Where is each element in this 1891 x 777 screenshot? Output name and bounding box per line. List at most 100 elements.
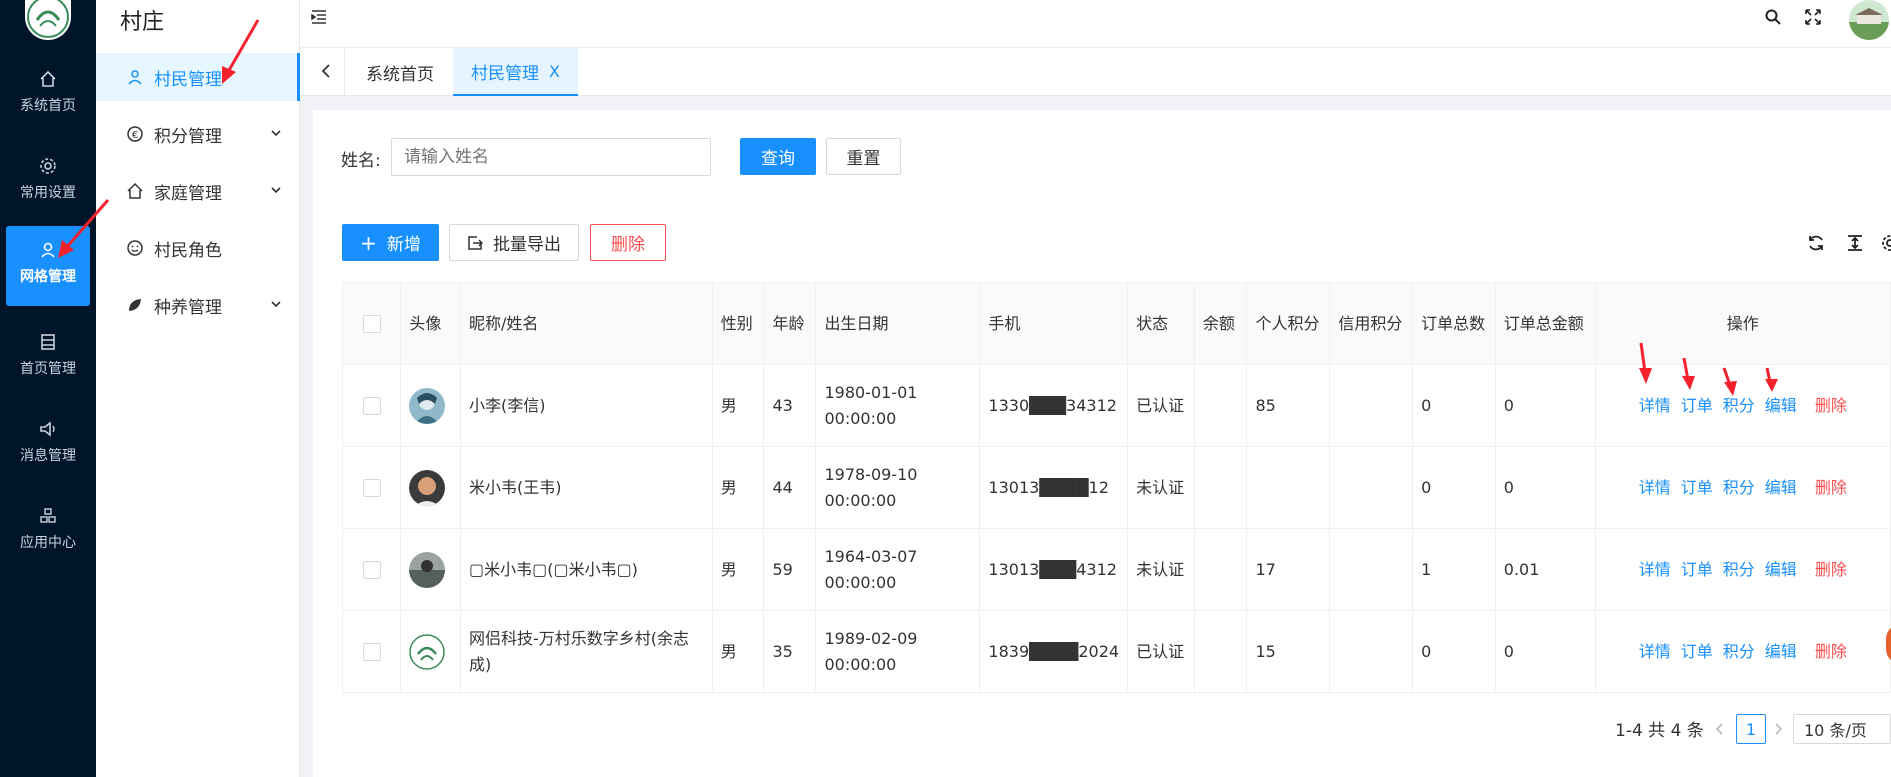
birth-time: 00:00:00 [824, 490, 897, 510]
table-row[interactable]: 网侣科技-万村乐数字乡村(余志成) 男 35 1989-02-09 00:00:00 18… [341, 610, 1891, 693]
submenu-item-farming[interactable]: 种养管理 [96, 281, 300, 329]
column-header: 手机 [979, 282, 1129, 365]
column-height-icon[interactable] [1845, 233, 1865, 253]
refresh-icon[interactable] [1806, 233, 1826, 253]
gear-icon[interactable] [1880, 233, 1891, 253]
phone-cell: 13013████12 [979, 446, 1129, 529]
plus-icon: + [360, 230, 377, 255]
order-link[interactable]: 订单 [1681, 396, 1713, 415]
detail-link[interactable]: 详情 [1639, 396, 1671, 415]
add-button[interactable]: + 新增 [342, 224, 439, 261]
search-icon[interactable] [1764, 8, 1782, 26]
rail-item-label: 应用中心 [20, 535, 76, 551]
app-title: 村庄 [120, 10, 165, 35]
edit-link[interactable]: 编辑 [1765, 642, 1797, 661]
detail-link[interactable]: 详情 [1639, 560, 1671, 579]
phone-cell: 1330███34312 [979, 364, 1129, 447]
name-cell: 米小韦(王韦) [459, 446, 713, 529]
age-cell: 35 [763, 610, 817, 693]
select-all-checkbox[interactable] [362, 315, 381, 333]
delete-button-label: 删除 [611, 235, 645, 255]
order-link[interactable]: 订单 [1681, 478, 1713, 497]
column-header: 订单总金额 [1494, 282, 1596, 365]
page-number-current[interactable]: 1 [1736, 714, 1766, 744]
rail-item-grid[interactable]: 网格管理 [6, 226, 90, 306]
rail-item-apps[interactable]: 应用中心 [6, 492, 90, 570]
submenu-item-roles[interactable]: 村民角色 [96, 224, 300, 272]
status-cell: 未认证 [1127, 528, 1195, 611]
rail-item-homepage[interactable]: 首页管理 [6, 318, 90, 396]
export-icon [468, 235, 483, 250]
user-avatar[interactable] [1849, 0, 1889, 40]
column-header: 年龄 [763, 282, 817, 365]
birth-date: 1964-03-07 [824, 546, 918, 566]
points-cell: 17 [1246, 528, 1331, 611]
reset-button[interactable]: 重置 [826, 138, 901, 175]
logo [25, 0, 71, 40]
query-button[interactable]: 查询 [740, 138, 816, 175]
points-link[interactable]: 积分 [1723, 478, 1755, 497]
points-cell: 15 [1246, 610, 1331, 693]
amount-cell: 0 [1494, 446, 1596, 529]
status-cell: 已认证 [1127, 364, 1195, 447]
credit-cell [1329, 446, 1414, 529]
edit-link[interactable]: 编辑 [1765, 396, 1797, 415]
close-icon[interactable]: X [549, 62, 560, 81]
points-link[interactable]: 积分 [1723, 642, 1755, 661]
delete-link[interactable]: 删除 [1815, 642, 1847, 661]
rail-item-messages[interactable]: 消息管理 [6, 405, 90, 483]
delete-link[interactable]: 删除 [1815, 478, 1847, 497]
orders-cell: 1 [1412, 528, 1496, 611]
orders-cell: 0 [1412, 610, 1496, 693]
submenu-item-family[interactable]: 家庭管理 [96, 167, 300, 215]
delete-link[interactable]: 删除 [1815, 560, 1847, 579]
detail-link[interactable]: 详情 [1639, 478, 1671, 497]
column-header: 出生日期 [815, 282, 981, 365]
table-row[interactable]: ▢米小韦▢(▢米小韦▢) 男 59 1964-03-07 00:00:00 13013██… [341, 528, 1891, 611]
tab-villagers[interactable]: 村民管理 X [453, 48, 578, 96]
submenu-item-label: 积分管理 [154, 126, 222, 147]
avatar-cell [400, 610, 461, 693]
rail-item-settings[interactable]: 常用设置 [6, 142, 90, 220]
orders-cell: 0 [1412, 446, 1496, 529]
tab-home[interactable]: 系统首页 [348, 48, 452, 96]
chevron-left-icon[interactable] [1714, 722, 1726, 736]
column-header: 个人积分 [1246, 282, 1331, 365]
detail-link[interactable]: 详情 [1639, 642, 1671, 661]
submenu-item-label: 村民管理 [154, 69, 222, 90]
avatar-cell [400, 528, 461, 611]
chevron-left-icon[interactable] [318, 62, 334, 80]
submenu-item-label: 种养管理 [154, 297, 222, 318]
chevron-right-icon[interactable] [1772, 722, 1784, 736]
row-checkbox[interactable] [362, 479, 381, 497]
delete-link[interactable]: 删除 [1815, 396, 1847, 415]
export-button[interactable]: 批量导出 [449, 224, 579, 261]
page-size-select[interactable]: 10 条/页 [1793, 714, 1891, 744]
submenu-item-points[interactable]: € 积分管理 [96, 110, 300, 158]
avatar [409, 387, 446, 424]
name-label: 姓名: [341, 151, 381, 171]
age-cell: 59 [763, 528, 817, 611]
points-link[interactable]: 积分 [1723, 560, 1755, 579]
rail-item-home[interactable]: 系统首页 [6, 55, 90, 133]
name-cell: 小李(李信) [459, 364, 713, 447]
delete-button[interactable]: 删除 [590, 224, 666, 261]
submenu-item-label: 家庭管理 [154, 183, 222, 204]
order-link[interactable]: 订单 [1681, 560, 1713, 579]
submenu-item-villagers[interactable]: 村民管理 [96, 53, 300, 101]
row-checkbox[interactable] [362, 397, 381, 415]
home-icon [40, 70, 56, 87]
name-input[interactable] [391, 138, 711, 176]
row-checkbox[interactable] [362, 643, 381, 661]
column-header: 余额 [1193, 282, 1248, 365]
column-header: 状态 [1127, 282, 1195, 365]
table-row[interactable]: 小李(李信) 男 43 1980-01-01 00:00:00 1330███34312 已… [341, 364, 1891, 447]
menu-fold-icon[interactable] [310, 8, 328, 26]
fullscreen-icon[interactable] [1804, 8, 1822, 26]
table-row[interactable]: 米小韦(王韦) 男 44 1978-09-10 00:00:00 13013████12 未… [341, 446, 1891, 529]
order-link[interactable]: 订单 [1681, 642, 1713, 661]
points-link[interactable]: 积分 [1723, 396, 1755, 415]
edit-link[interactable]: 编辑 [1765, 560, 1797, 579]
row-checkbox[interactable] [362, 561, 381, 579]
edit-link[interactable]: 编辑 [1765, 478, 1797, 497]
